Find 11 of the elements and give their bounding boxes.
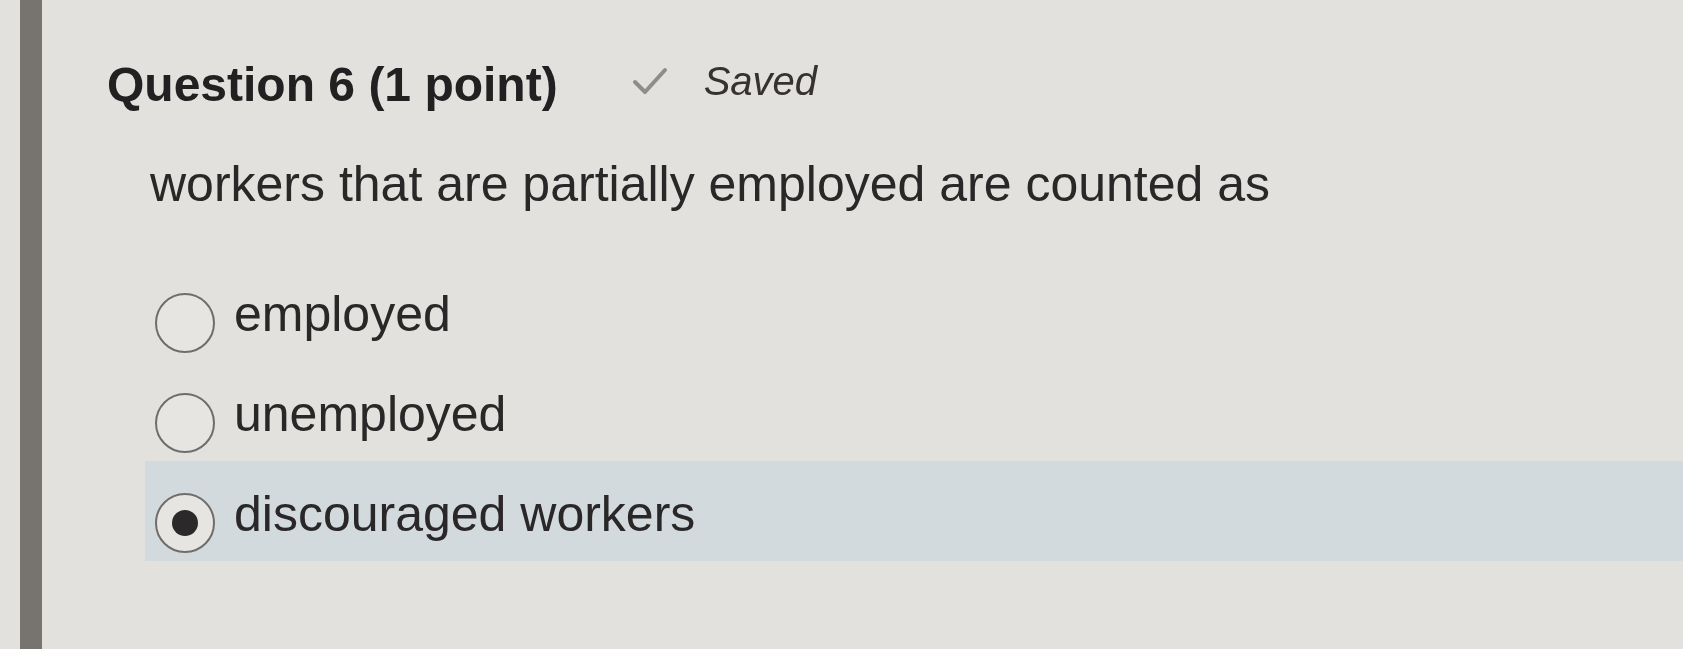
selected-option-highlight[interactable]: discouraged workers <box>145 461 1683 561</box>
option-label[interactable]: unemployed <box>234 384 507 444</box>
option-label[interactable]: employed <box>234 284 451 344</box>
radio-button[interactable] <box>155 293 215 353</box>
radio-button[interactable] <box>155 393 215 453</box>
question-title: Question 6 (1 point) <box>107 57 558 113</box>
checkmark-icon <box>631 66 668 96</box>
question-prompt: workers that are partially employed are counted as <box>150 155 1272 214</box>
radio-button[interactable] <box>155 493 215 553</box>
save-status-text: Saved <box>703 58 818 105</box>
option-label[interactable]: discouraged workers <box>234 484 696 544</box>
